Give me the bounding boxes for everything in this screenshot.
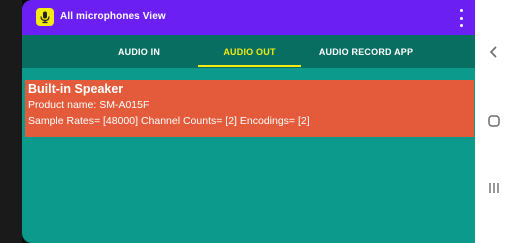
- device-details: Sample Rates= [48000] Channel Counts= [2…: [28, 115, 310, 127]
- device-product: Product name: SM-A015F: [28, 99, 150, 111]
- tab-bar: AUDIO IN AUDIO OUT AUDIO RECORD APP: [22, 35, 475, 68]
- back-chevron-icon[interactable]: [475, 37, 512, 67]
- device-card[interactable]: Built-in Speaker Product name: SM-A015F …: [25, 80, 474, 137]
- microphone-icon: [36, 8, 54, 26]
- app-title: All microphones View: [60, 11, 166, 22]
- active-tab-indicator: [198, 65, 301, 67]
- tab-audio-in[interactable]: AUDIO IN: [86, 35, 192, 68]
- tab-audio-out[interactable]: AUDIO OUT: [198, 35, 301, 68]
- system-navigation-bar: [475, 0, 512, 243]
- home-icon[interactable]: [475, 106, 512, 136]
- recents-icon[interactable]: [475, 173, 512, 203]
- tab-audio-record-app[interactable]: AUDIO RECORD APP: [304, 35, 428, 68]
- device-name: Built-in Speaker: [28, 82, 124, 96]
- app-screen: All microphones View AUDIO IN AUDIO OUT …: [22, 0, 475, 243]
- device-bezel: [0, 0, 22, 243]
- app-bar: All microphones View: [22, 0, 475, 35]
- overflow-menu-icon[interactable]: [455, 9, 467, 27]
